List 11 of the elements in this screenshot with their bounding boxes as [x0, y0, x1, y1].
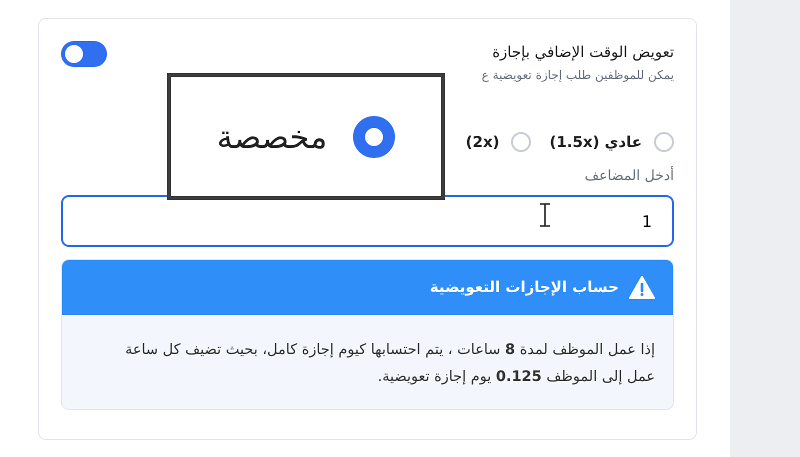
option-label: (1.5x) عادي [549, 132, 642, 153]
text-cursor-icon [539, 203, 551, 227]
setting-title: تعويض الوقت الإضافي بإجازة [491, 42, 674, 63]
setting-description: يمكن للموظفين طلب إجازة تعويضية ع [482, 67, 674, 83]
info-title: حساب الإجازات التعويضية [430, 277, 619, 298]
option-label: (2x) [466, 132, 500, 153]
radio-button[interactable] [353, 116, 396, 158]
field-label: أدخل المضاعف [584, 168, 674, 184]
option-label: مخصصة [216, 116, 328, 158]
multiplier-input-field[interactable]: 1 [61, 195, 674, 247]
warning-icon [629, 276, 655, 299]
